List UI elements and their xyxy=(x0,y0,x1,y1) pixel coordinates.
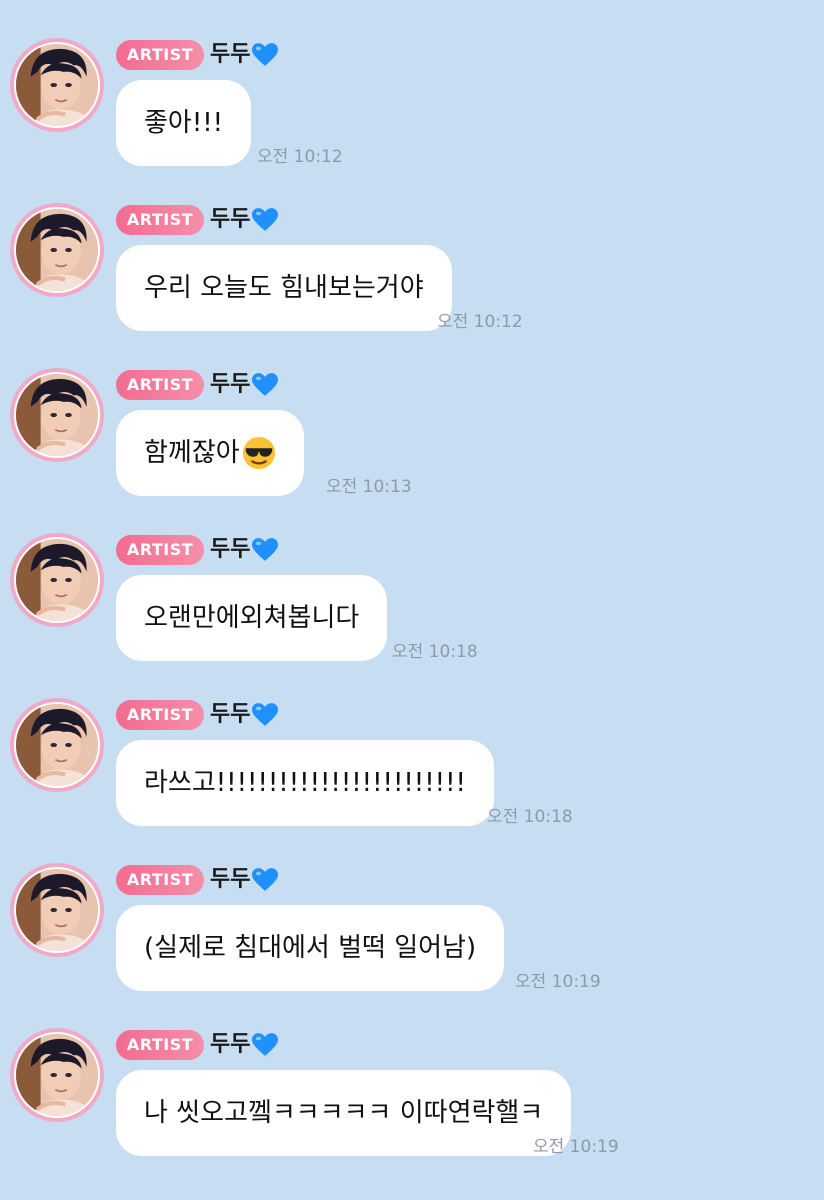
avatar[interactable] xyxy=(10,1028,104,1122)
message-bubble[interactable]: 함께잖아 xyxy=(116,410,304,496)
message-bubble[interactable]: 오랜만에외쳐봅니다 xyxy=(116,575,388,661)
message-time: 오전 10:13 xyxy=(326,477,412,497)
message-text: 함께잖아 xyxy=(144,438,240,468)
message-row: ARTIST 두두 (실제로 침대에서 벌떡 일어남) 오전 10:19 xyxy=(0,825,824,992)
avatar[interactable] xyxy=(10,203,104,297)
sender-name-label: 두두 xyxy=(210,372,251,397)
blue-heart-icon xyxy=(252,43,279,67)
message-bubble[interactable]: (실제로 침대에서 벌떡 일어남) xyxy=(116,905,505,991)
message-time: 오전 10:12 xyxy=(437,312,523,332)
message-row: ARTIST 두두 함께잖아 오전 10:13 xyxy=(0,330,824,497)
message-text: 좋아!!! xyxy=(144,108,224,138)
message-bubble[interactable]: 좋아!!! xyxy=(116,80,252,166)
message-text: 우리 오늘도 힘내보는거야 xyxy=(144,273,424,303)
blue-heart-icon xyxy=(252,868,279,892)
message-row: ARTIST 두두 라쓰고!!!!!!!!!!!!!!!!!!!!!!!! 오전… xyxy=(0,660,824,827)
chat-thread: ARTIST 두두 좋아!!! 오전 10:12 ARTIST 두두 우리 오늘… xyxy=(0,0,824,1200)
sender-name[interactable]: 두두 xyxy=(210,700,279,730)
sunglasses-emoji-icon xyxy=(242,436,276,470)
artist-badge: ARTIST xyxy=(116,370,204,400)
message-time: 오전 10:19 xyxy=(533,1137,619,1157)
sender-name-label: 두두 xyxy=(210,702,251,727)
artist-badge: ARTIST xyxy=(116,1030,204,1060)
sender-name[interactable]: 두두 xyxy=(210,370,279,400)
message-time: 오전 10:12 xyxy=(257,147,343,167)
message-text: 오랜만에외쳐봅니다 xyxy=(144,603,360,633)
sender-name[interactable]: 두두 xyxy=(210,205,279,235)
sender-name[interactable]: 두두 xyxy=(210,865,279,895)
artist-badge: ARTIST xyxy=(116,865,204,895)
sender-name-label: 두두 xyxy=(210,207,251,232)
avatar[interactable] xyxy=(10,38,104,132)
message-row: ARTIST 두두 오랜만에외쳐봅니다 오전 10:18 xyxy=(0,495,824,662)
message-time: 오전 10:18 xyxy=(392,642,478,662)
message-text: 나 씻오고껰ㅋㅋㅋㅋㅋ 이따연락핼ㅋ xyxy=(144,1098,544,1128)
message-row: ARTIST 두두 우리 오늘도 힘내보는거야 오전 10:12 xyxy=(0,165,824,332)
avatar[interactable] xyxy=(10,533,104,627)
sender-name[interactable]: 두두 xyxy=(210,535,279,565)
message-text: 라쓰고!!!!!!!!!!!!!!!!!!!!!!!! xyxy=(144,768,466,798)
avatar[interactable] xyxy=(10,698,104,792)
avatar[interactable] xyxy=(10,368,104,462)
message-time: 오전 10:18 xyxy=(487,807,573,827)
artist-badge: ARTIST xyxy=(116,700,204,730)
message-row: ARTIST 두두 나 씻오고껰ㅋㅋㅋㅋㅋ 이따연락핼ㅋ 오전 10:19 xyxy=(0,990,824,1157)
message-bubble[interactable]: 우리 오늘도 힘내보는거야 xyxy=(116,245,452,331)
blue-heart-icon xyxy=(252,1033,279,1057)
message-row: ARTIST 두두 좋아!!! 오전 10:12 xyxy=(0,0,824,167)
message-bubble[interactable]: 나 씻오고껰ㅋㅋㅋㅋㅋ 이따연락핼ㅋ xyxy=(116,1070,572,1156)
sender-name-label: 두두 xyxy=(210,42,251,67)
sender-name-label: 두두 xyxy=(210,1032,251,1057)
blue-heart-icon xyxy=(252,703,279,727)
message-text: (실제로 침대에서 벌떡 일어남) xyxy=(144,933,477,963)
blue-heart-icon xyxy=(252,208,279,232)
blue-heart-icon xyxy=(252,538,279,562)
sender-name-label: 두두 xyxy=(210,867,251,892)
artist-badge: ARTIST xyxy=(116,40,204,70)
blue-heart-icon xyxy=(252,373,279,397)
sender-name-label: 두두 xyxy=(210,537,251,562)
artist-badge: ARTIST xyxy=(116,535,204,565)
artist-badge: ARTIST xyxy=(116,205,204,235)
message-bubble[interactable]: 라쓰고!!!!!!!!!!!!!!!!!!!!!!!! xyxy=(116,740,494,826)
message-time: 오전 10:19 xyxy=(515,972,601,992)
sender-name[interactable]: 두두 xyxy=(210,1030,279,1060)
avatar[interactable] xyxy=(10,863,104,957)
sender-name[interactable]: 두두 xyxy=(210,40,279,70)
